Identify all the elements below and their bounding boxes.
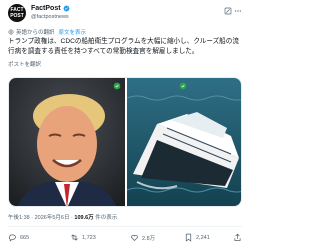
share-icon[interactable]	[233, 233, 242, 242]
views-button[interactable]: 2,241	[184, 233, 210, 242]
post-time[interactable]: 午後1:38	[8, 215, 30, 221]
portrait-photo[interactable]	[9, 78, 125, 206]
share-count: 2,241	[196, 234, 210, 241]
avatar-text-bottom: POST	[10, 13, 24, 19]
show-original-link[interactable]: 原文を表示	[59, 28, 87, 36]
display-name[interactable]: FactPost	[31, 5, 61, 12]
meta-separator: ·	[31, 215, 34, 221]
post-date[interactable]: 2026年5月6日	[35, 215, 70, 221]
translation-notice: 英語からの翻訳 原文を表示	[8, 28, 86, 36]
post-header: FACT POST FactPost @factpostnews	[8, 4, 242, 24]
post-meta: 午後1:38 · 2026年5月6日 · 109.6万 件の表示	[8, 213, 117, 221]
translation-label: 英語からの翻訳	[16, 30, 55, 36]
heart-icon	[131, 235, 138, 242]
media-badge-icon	[113, 82, 121, 90]
action-bar: 665 1,723 2.8万 2,241	[8, 233, 242, 245]
bookmark-icon	[185, 233, 192, 242]
like-count: 2.8万	[142, 235, 156, 242]
reply-icon	[9, 234, 16, 242]
reply-count: 665	[20, 234, 30, 241]
post-card: FACT POST FactPost @factpostnews 英語からの翻訳	[0, 0, 250, 250]
handle[interactable]: @factpostnews	[31, 14, 69, 20]
meta-separator: ·	[71, 215, 73, 221]
grok-icon[interactable]	[224, 7, 232, 15]
divider	[8, 226, 242, 227]
name-row: FactPost	[31, 5, 70, 12]
media-grid[interactable]	[8, 77, 242, 207]
repost-button[interactable]: 1,723	[70, 233, 96, 242]
verified-badge-icon	[63, 5, 70, 12]
translate-post-link[interactable]: ポストを翻訳	[8, 60, 41, 68]
avatar[interactable]: FACT POST	[8, 4, 26, 22]
globe-icon	[8, 29, 14, 35]
reply-button[interactable]: 665	[8, 233, 29, 242]
views-label: 件の表示	[95, 215, 118, 221]
repost-icon	[71, 234, 78, 241]
views-count: 109.6万	[74, 215, 94, 221]
like-button[interactable]: 2.8万	[130, 233, 155, 242]
media-badge-icon	[179, 82, 187, 90]
repost-count: 1,723	[82, 234, 96, 241]
more-options-icon[interactable]	[234, 7, 242, 15]
post-text: トランプ政権は、CDCの船舶衛生プログラムを大幅に縮小し、クルーズ船の流行病を調…	[8, 38, 239, 55]
cruise-ship-photo[interactable]	[127, 78, 241, 206]
